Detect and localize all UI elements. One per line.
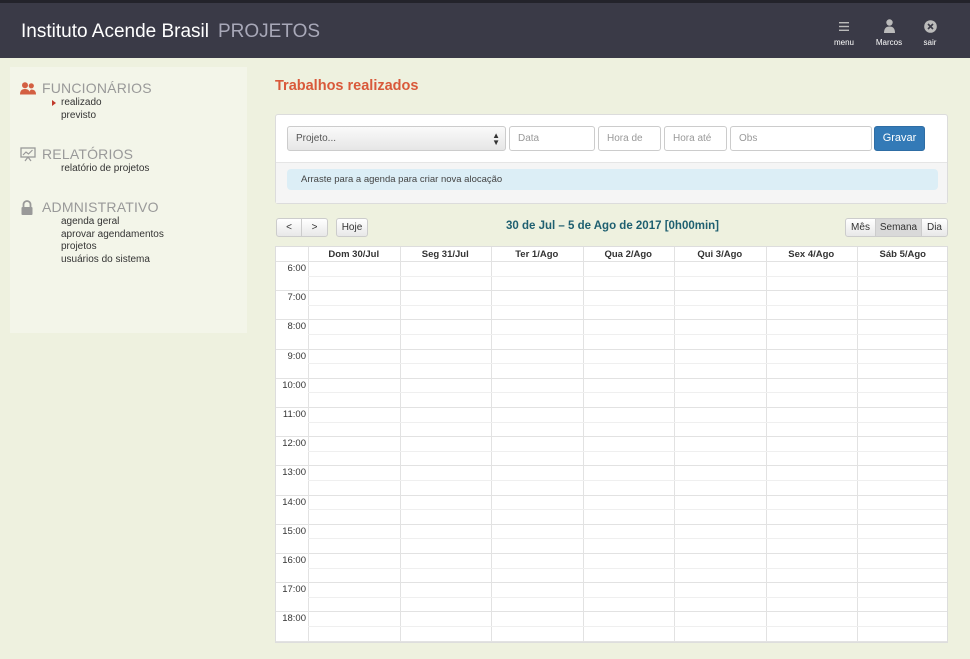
calendar-header-divider	[276, 261, 947, 262]
hour-line	[276, 611, 947, 612]
menu-icon	[824, 15, 864, 37]
hour-line	[276, 378, 947, 379]
calendar-title: 30 de Jul – 5 de Ago de 2017 [0h00min]	[505, 220, 720, 232]
week-calendar-grid[interactable]: Dom 30/Jul Seg 31/Jul Ter 1/Ago Qua 2/Ago Qu…	[275, 246, 948, 643]
half-hour-line	[308, 568, 947, 569]
day-column-header: Dom 30/Jul	[328, 249, 380, 260]
users-icon	[20, 80, 40, 96]
day-column-header: Seg 31/Jul	[421, 249, 469, 260]
hour-line	[276, 524, 947, 525]
hour-line	[276, 582, 947, 583]
time-slot-label: 13:00	[282, 467, 306, 479]
sidebar-section-title[interactable]: ADMNISTRATIVO	[42, 199, 159, 215]
time-slot-label: 8:00	[287, 321, 307, 333]
obs-field[interactable]: Obs	[730, 126, 872, 151]
page-title: Trabalhos realizados	[275, 78, 419, 94]
project-select-value: Projeto...	[296, 133, 337, 144]
chart-icon	[20, 146, 40, 162]
calendar-today-button[interactable]: Hoje	[336, 218, 368, 237]
sidebar-section-title[interactable]: FUNCIONÁRIOS	[42, 80, 152, 96]
sidebar-section-administrativo: ADMNISTRATIVO agenda geral aprovar agend…	[20, 199, 164, 267]
day-column-header: Sáb 5/Ago	[879, 249, 926, 260]
day-column-header: Qui 3/Ago	[697, 249, 743, 260]
time-slot-label: 11:00	[282, 409, 306, 420]
user-label: Marcos	[875, 38, 903, 47]
sidebar-section-relatorios: RELATÓRIOS relatório de projetos	[20, 146, 149, 176]
menu-button[interactable]: menu	[824, 15, 864, 47]
hour-line	[276, 495, 947, 496]
time-from-field[interactable]: Hora de	[598, 126, 661, 151]
time-slot-label: 15:00	[282, 525, 306, 537]
brand-title[interactable]: Instituto Acende Brasil	[21, 21, 209, 43]
sidebar: FUNCIONÁRIOS realizado previsto RELATÓRI…	[10, 67, 247, 333]
time-slot-label: 17:00	[282, 584, 306, 596]
day-column-header: Sex 4/Ago	[788, 249, 835, 260]
hour-line	[276, 553, 947, 554]
module-title: PROJETOS	[218, 21, 321, 42]
lock-icon	[20, 199, 40, 215]
time-slot-label: 12:00	[282, 438, 306, 450]
time-slot-label: 10:00	[282, 379, 306, 391]
sidebar-section-funcionarios: FUNCIONÁRIOS realizado previsto	[20, 80, 152, 122]
day-column-header: Ter 1/Ago	[515, 249, 559, 260]
sidebar-item-aprovar-agendamentos[interactable]: aprovar agendamentos	[61, 229, 164, 242]
half-hour-line	[308, 626, 947, 627]
save-button[interactable]: Gravar	[874, 126, 925, 151]
hour-line	[276, 465, 947, 466]
half-hour-line	[308, 276, 947, 277]
time-slot-label: 6:00	[287, 263, 307, 274]
logout-label: sair	[923, 38, 937, 47]
hour-line	[276, 436, 947, 437]
half-hour-line	[308, 334, 947, 335]
time-slot-label: 7:00	[287, 292, 307, 304]
sidebar-item-relatorio-projetos[interactable]: relatório de projetos	[61, 163, 149, 176]
half-hour-line	[308, 597, 947, 598]
sidebar-item-previsto[interactable]: previsto	[61, 110, 152, 123]
hour-line	[276, 290, 947, 291]
top-navbar: Instituto Acende Brasil PROJETOS menu Ma…	[0, 0, 970, 58]
sidebar-item-realizado[interactable]: realizado	[52, 97, 152, 110]
time-to-field[interactable]: Hora até	[664, 126, 727, 151]
select-arrows-icon: ▲ ▼	[492, 131, 500, 147]
hour-line	[276, 349, 947, 350]
project-select[interactable]: Projeto... ▲ ▼	[287, 126, 506, 151]
day-column-header: Qua 2/Ago	[604, 249, 652, 260]
user-icon	[869, 15, 909, 37]
view-month-button[interactable]: Mês	[845, 218, 876, 237]
half-hour-line	[308, 422, 947, 423]
half-hour-line	[308, 392, 947, 393]
allocation-form: Projeto... ▲ ▼ Data Hora de Hora até Obs …	[275, 114, 948, 204]
half-hour-line	[308, 363, 947, 364]
user-button[interactable]: Marcos	[869, 15, 909, 47]
half-hour-line	[308, 509, 947, 510]
view-week-button[interactable]: Semana	[875, 218, 922, 237]
menu-label: menu	[833, 38, 854, 47]
sidebar-item-agenda-geral[interactable]: agenda geral	[61, 216, 164, 229]
sidebar-section-title[interactable]: RELATÓRIOS	[42, 146, 133, 162]
half-hour-line	[308, 451, 947, 452]
view-day-button[interactable]: Dia	[921, 218, 948, 237]
calendar-prev-button[interactable]: <	[276, 218, 302, 237]
time-slot-label: 14:00	[282, 496, 306, 508]
hour-line	[276, 641, 947, 642]
time-slot-label: 18:00	[282, 613, 306, 625]
calendar-next-button[interactable]: >	[301, 218, 328, 237]
half-hour-line	[308, 538, 947, 539]
hour-line	[276, 319, 947, 320]
hour-line	[276, 407, 947, 408]
sidebar-item-projetos[interactable]: projetos	[61, 241, 164, 254]
drag-hint-alert: Arraste para a agenda para criar nova al…	[287, 169, 938, 190]
time-slot-label: 16:00	[282, 555, 306, 566]
date-field[interactable]: Data	[509, 126, 595, 151]
half-hour-line	[308, 305, 947, 306]
close-circle-icon	[910, 15, 950, 37]
sidebar-item-usuarios[interactable]: usuários do sistema	[61, 254, 164, 267]
half-hour-line	[308, 480, 947, 481]
time-slot-label: 9:00	[287, 350, 307, 362]
logout-button[interactable]: sair	[910, 15, 950, 47]
